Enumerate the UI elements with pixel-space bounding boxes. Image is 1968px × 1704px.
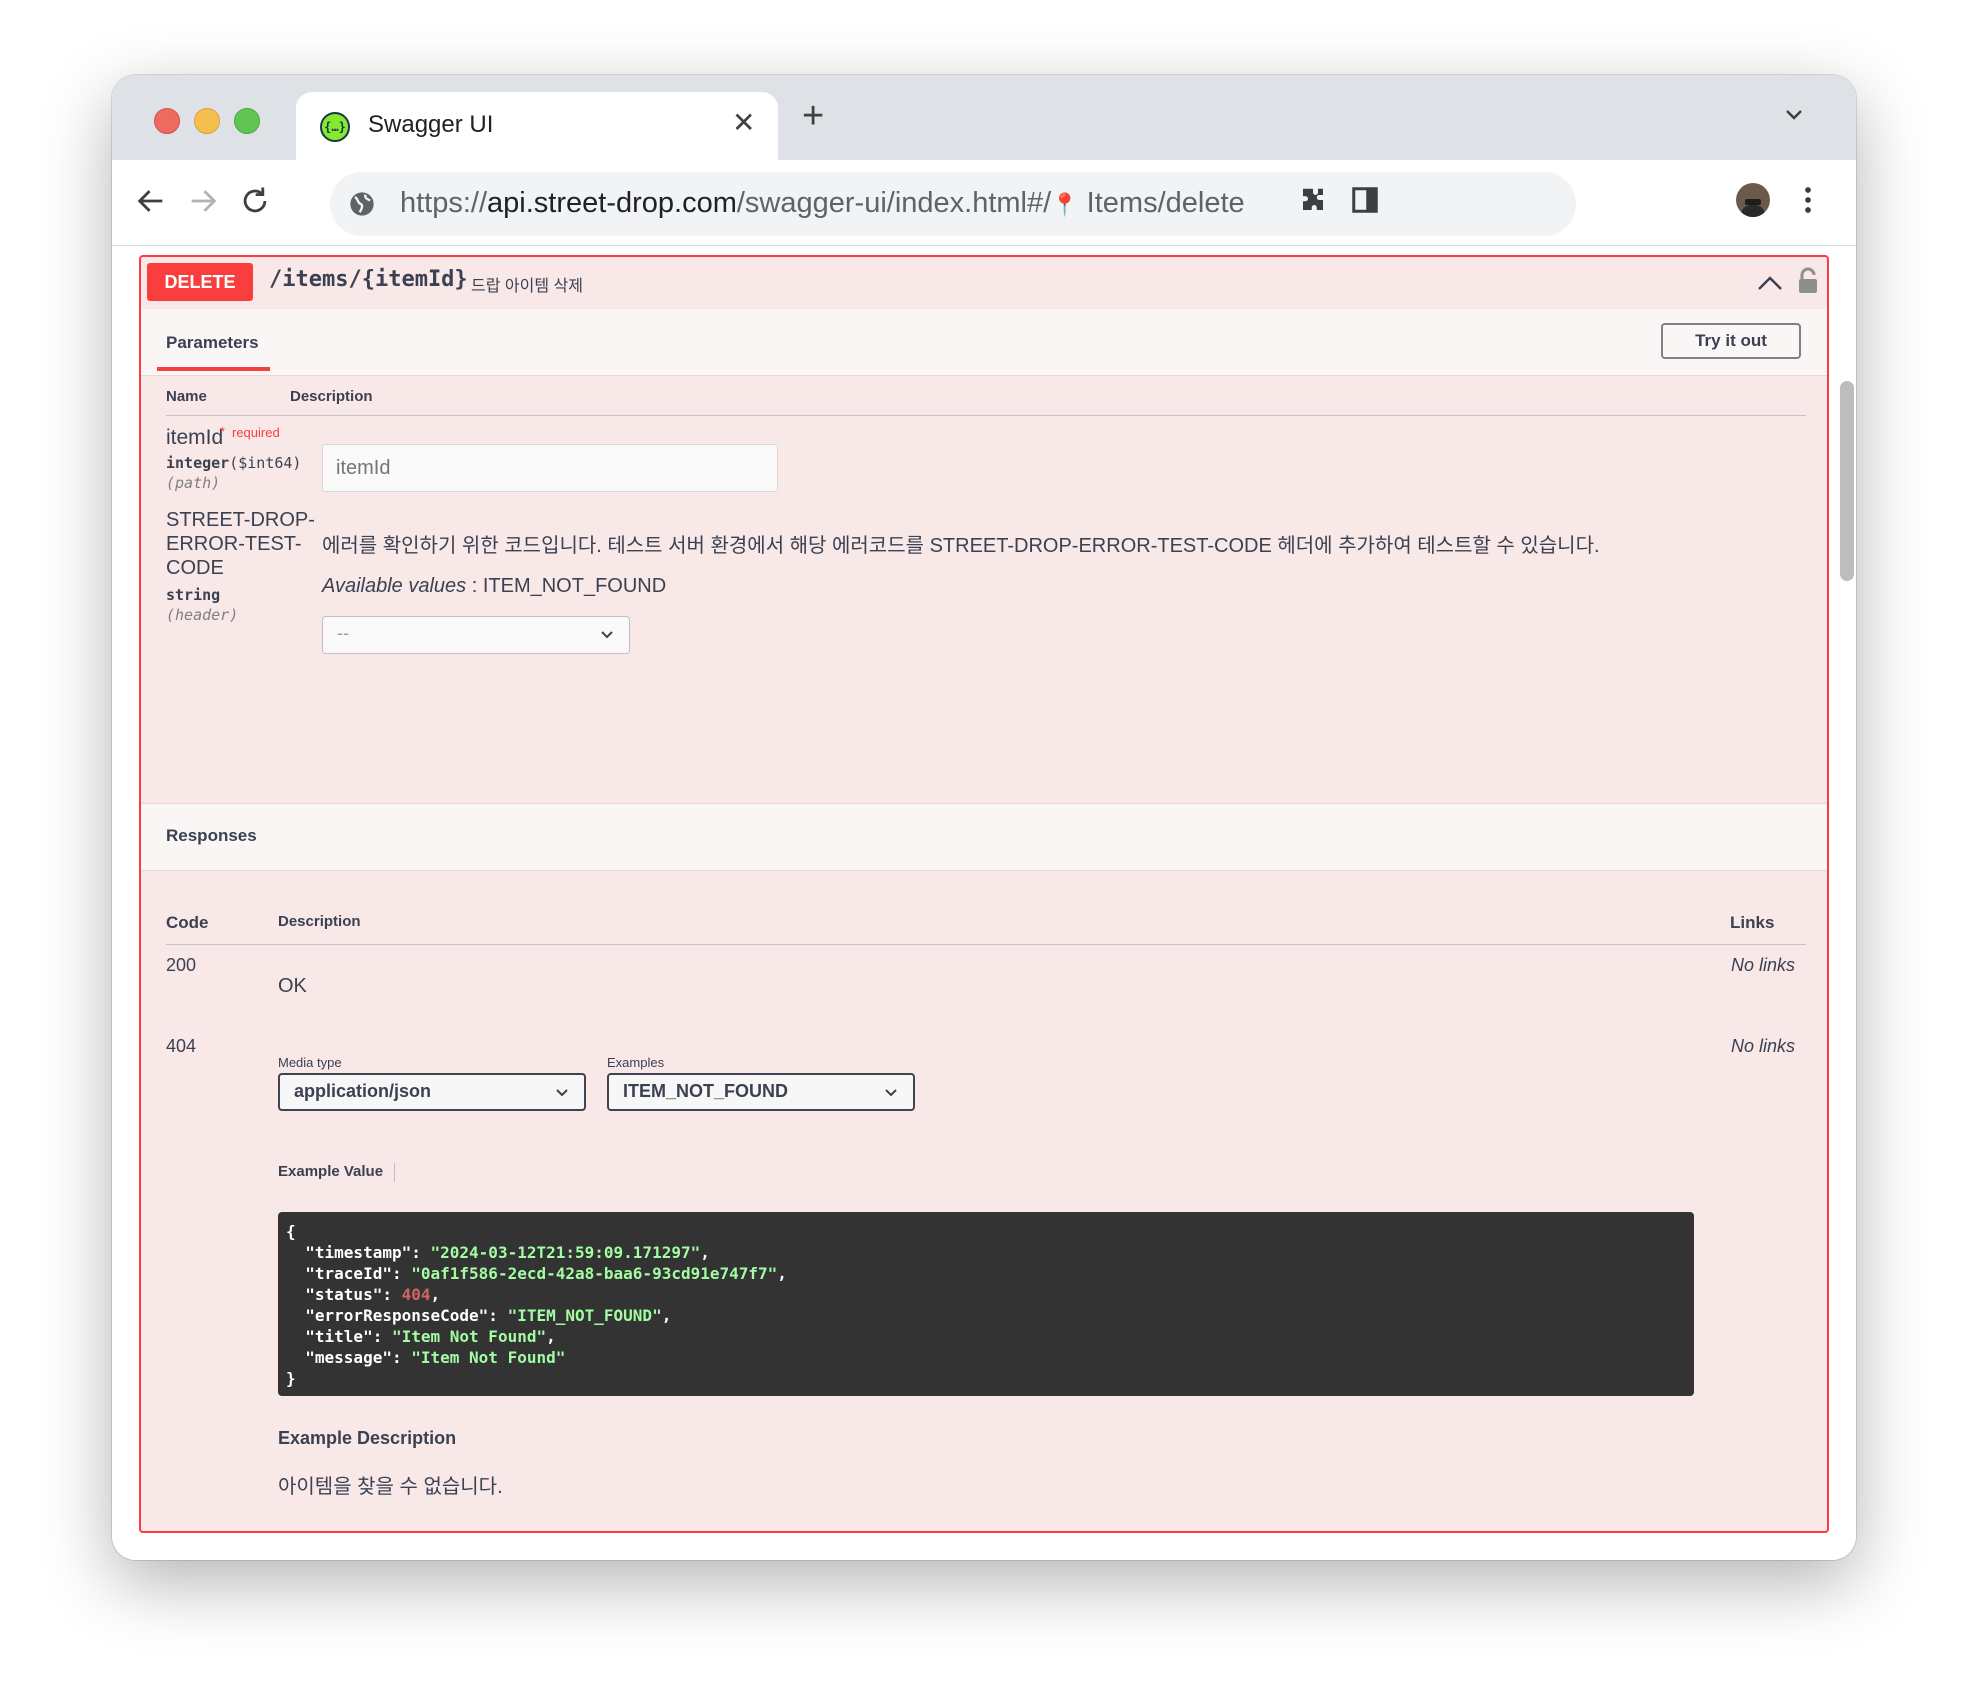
page-scrollbar-thumb[interactable] (1840, 381, 1854, 581)
examples-label: Examples (607, 1055, 665, 1070)
page-content: DELETE /items/{itemId} 드랍 아이템 삭제 Paramet… (112, 246, 1856, 1560)
operation-block-delete: DELETE /items/{itemId} 드랍 아이템 삭제 Paramet… (139, 255, 1829, 1533)
operation-summary-text: 드랍 아이템 삭제 (471, 278, 583, 295)
param-name-error-code-line1: STREET-DROP- (166, 509, 315, 531)
site-info-globe-icon[interactable] (348, 190, 376, 218)
available-values: Available values : ITEM_NOT_FOUND (322, 575, 667, 597)
param-location: (path) (166, 474, 221, 492)
more-menu-icon[interactable] (1802, 185, 1814, 215)
operation-path: /items/{itemId} (269, 267, 468, 292)
side-panel-icon[interactable] (1350, 185, 1380, 215)
itemid-input[interactable] (322, 444, 778, 492)
pin-icon: 📍 (1051, 192, 1079, 217)
response-code-404: 404 (166, 1036, 197, 1056)
swagger-logo-icon: {…} (320, 112, 350, 142)
select-value: application/json (294, 1081, 432, 1101)
minimize-window-button[interactable] (194, 108, 220, 134)
response-links-200: No links (1731, 955, 1796, 975)
responses-title: Responses (166, 826, 257, 845)
tab-bar: {…} Swagger UI ✕ + (112, 75, 1856, 160)
try-it-out-button[interactable]: Try it out (1661, 323, 1801, 359)
close-window-button[interactable] (154, 108, 180, 134)
error-code-select[interactable]: -- (322, 616, 630, 654)
response-links-404: No links (1731, 1036, 1796, 1056)
example-json-code: { "timestamp": "2024-03-12T21:59:09.1712… (278, 1212, 1694, 1396)
select-value: ITEM_NOT_FOUND (623, 1081, 789, 1101)
media-type-label: Media type (278, 1055, 342, 1070)
response-code-200: 200 (166, 955, 197, 975)
param-description: 에러를 확인하기 위한 코드입니다. 테스트 서버 환경에서 해당 에러코드를 … (322, 535, 1600, 557)
required-asterisk: * (220, 424, 226, 439)
tab-divider (394, 1163, 395, 1182)
collapse-chevron-icon[interactable] (1757, 273, 1783, 293)
tab-parameters[interactable]: Parameters (166, 333, 259, 353)
http-method-badge: DELETE (147, 263, 253, 301)
reload-icon[interactable] (238, 184, 272, 218)
responses-header-description: Description (278, 913, 361, 930)
tab-active-indicator (157, 367, 270, 371)
response-description-200: OK (278, 975, 307, 997)
example-description-label: Example Description (278, 1428, 457, 1448)
browser-tab[interactable]: {…} Swagger UI ✕ (296, 92, 778, 160)
param-name-error-code-line2: ERROR-TEST- (166, 533, 302, 555)
select-value: -- (337, 623, 349, 643)
params-header-description: Description (290, 388, 373, 405)
param-name-itemid: itemId (166, 426, 224, 449)
chevron-down-icon (601, 631, 613, 639)
forward-arrow-icon[interactable] (186, 184, 220, 218)
profile-avatar[interactable] (1736, 183, 1770, 217)
browser-toolbar: https://api.street-drop.com/swagger-ui/i… (112, 160, 1856, 246)
param-type: string (166, 586, 221, 604)
responses-header-code: Code (166, 913, 209, 932)
responses-section-header: Responses (141, 803, 1827, 871)
examples-select[interactable]: ITEM_NOT_FOUND (607, 1073, 915, 1111)
new-tab-button[interactable]: + (802, 97, 824, 135)
media-type-select[interactable]: application/json (278, 1073, 586, 1111)
tab-title: Swagger UI (368, 111, 494, 138)
back-arrow-icon[interactable] (134, 184, 168, 218)
lock-icon[interactable] (1797, 267, 1819, 295)
example-description-text: 아이템을 찾을 수 없습니다. (278, 1476, 503, 1498)
extensions-puzzle-icon[interactable] (1298, 185, 1328, 215)
tab-close-icon[interactable]: ✕ (732, 106, 755, 139)
chevron-down-icon (885, 1089, 897, 1097)
param-location: (header) (166, 606, 239, 624)
param-type: integer($int64) (166, 454, 302, 472)
params-header-name: Name (166, 388, 207, 405)
example-value-tab[interactable]: Example Value (278, 1163, 383, 1180)
maximize-window-button[interactable] (234, 108, 260, 134)
parameters-section-header: Parameters Try it out (141, 309, 1827, 376)
params-header-divider (166, 415, 1806, 416)
responses-header-divider (166, 944, 1806, 945)
browser-window: {…} Swagger UI ✕ + https://api.street-dr… (112, 75, 1856, 1560)
operation-summary[interactable]: DELETE /items/{itemId} 드랍 아이템 삭제 (141, 257, 1827, 311)
responses-header-links: Links (1730, 913, 1775, 932)
required-label: required (232, 425, 280, 440)
tab-list-chevron-icon[interactable] (1782, 103, 1806, 127)
address-bar[interactable]: https://api.street-drop.com/swagger-ui/i… (330, 172, 1576, 236)
param-name-error-code-line3: CODE (166, 557, 224, 579)
url-text: https://api.street-drop.com/swagger-ui/i… (400, 187, 1245, 219)
chevron-down-icon (556, 1089, 568, 1097)
